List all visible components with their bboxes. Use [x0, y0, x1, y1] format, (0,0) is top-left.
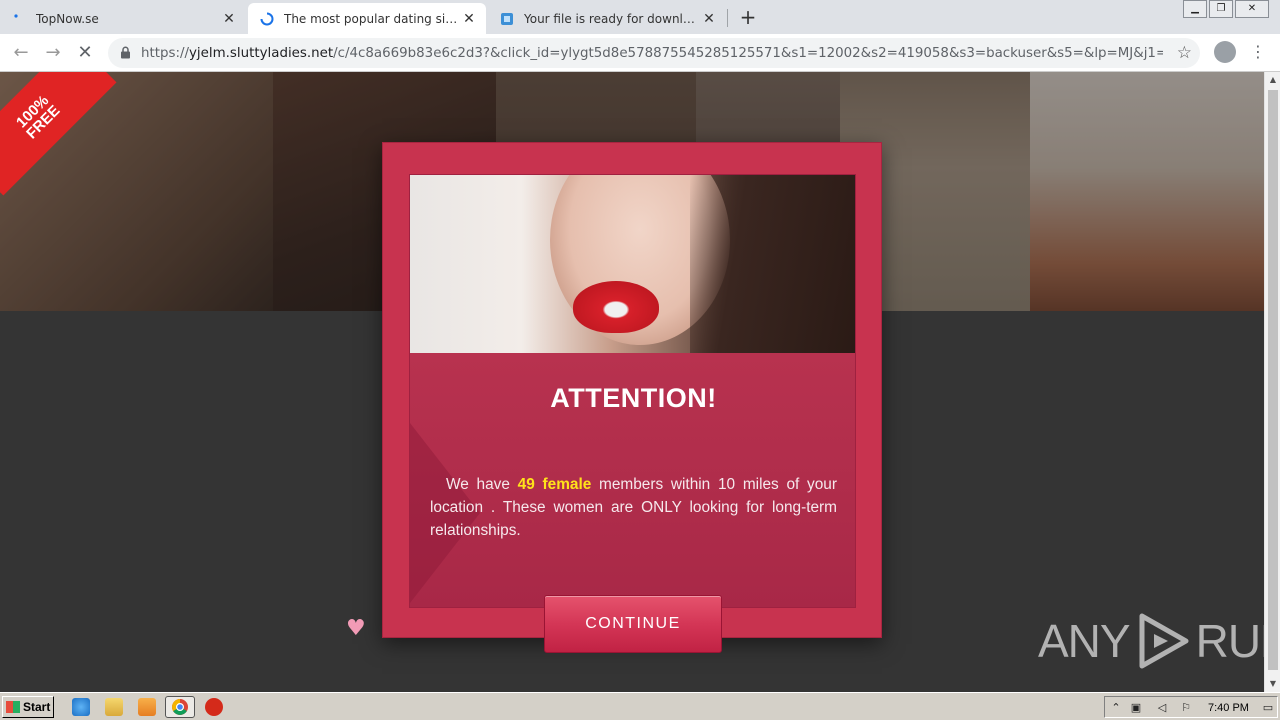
- lips-shape: [573, 281, 659, 333]
- windows-logo-icon: [6, 701, 20, 713]
- flag-icon[interactable]: ⚐: [1179, 701, 1193, 714]
- heart-icon: ♥: [346, 616, 366, 641]
- network-icon[interactable]: ▣: [1129, 701, 1143, 714]
- profile-avatar-icon[interactable]: [1214, 41, 1236, 63]
- volume-icon[interactable]: ◁: [1155, 701, 1169, 714]
- back-button[interactable]: ←: [8, 40, 34, 66]
- forward-button[interactable]: →: [40, 40, 66, 66]
- tab-title: Your file is ready for download: [524, 11, 698, 26]
- vertical-scrollbar[interactable]: ▲ ▼: [1264, 72, 1280, 692]
- address-bar[interactable]: https://yjelm.sluttyladies.net/c/4c8a669…: [108, 38, 1200, 68]
- menu-kebab-icon[interactable]: ⋮: [1250, 42, 1266, 62]
- message-prefix: We have: [446, 476, 518, 493]
- media-player-icon[interactable]: [138, 698, 156, 716]
- opera-icon[interactable]: [205, 698, 223, 716]
- tab-close-icon[interactable]: ✕: [218, 11, 240, 27]
- modal-message: We have 49 female members within 10 mile…: [430, 473, 837, 542]
- restore-button[interactable]: ❐: [1209, 0, 1233, 18]
- tab-file-download[interactable]: Your file is ready for download ✕: [488, 3, 726, 34]
- start-label: Start: [23, 700, 51, 714]
- lock-icon[interactable]: [120, 44, 132, 63]
- watermark-text-left: ANY: [1038, 615, 1131, 667]
- attention-modal: ATTENTION! We have 49 female members wit…: [382, 142, 882, 653]
- new-tab-button[interactable]: +: [736, 5, 760, 29]
- scroll-down-arrow-icon[interactable]: ▼: [1265, 676, 1280, 692]
- tab-topnow[interactable]: TopNow.se ✕: [0, 3, 246, 34]
- tab-close-icon[interactable]: ✕: [698, 11, 720, 27]
- page-favicon-icon: [500, 12, 514, 26]
- scroll-up-arrow-icon[interactable]: ▲: [1265, 72, 1280, 88]
- anyrun-watermark: ANY RUN: [1038, 612, 1264, 670]
- page-viewport: 100% FREE ATTENTION! We have 49 female m…: [0, 72, 1264, 692]
- modal-hero-image: [410, 175, 855, 353]
- system-tray: ⌃ ▣ ◁ ⚐ ▭: [1104, 696, 1278, 718]
- bookmark-star-icon[interactable]: ☆: [1177, 43, 1192, 63]
- url-host: yjelm.sluttyladies.net: [189, 45, 334, 61]
- tab-close-icon[interactable]: ✕: [458, 11, 480, 27]
- modal-content: ATTENTION! We have 49 female members wit…: [410, 353, 855, 607]
- taskbar-clock[interactable]: 7:40 PM: [1208, 702, 1249, 714]
- stop-loading-button[interactable]: ✕: [72, 40, 98, 66]
- tab-title: TopNow.se: [36, 11, 99, 26]
- url-text[interactable]: https://yjelm.sluttyladies.net/c/4c8a669…: [141, 46, 1163, 61]
- topnow-favicon-icon: [12, 12, 26, 26]
- modal-headline: ATTENTION!: [550, 383, 717, 413]
- hair-shape: [690, 175, 855, 353]
- url-scheme: https://: [141, 45, 189, 61]
- tab-separator: [727, 9, 728, 27]
- internet-explorer-icon[interactable]: [72, 698, 90, 716]
- message-highlight: 49 female: [517, 476, 592, 493]
- folder-icon[interactable]: [105, 698, 123, 716]
- close-window-button[interactable]: ✕: [1235, 0, 1269, 18]
- chrome-taskbar-button[interactable]: [165, 696, 195, 718]
- tab-dating-site[interactable]: The most popular dating site of this r ✕: [248, 3, 486, 34]
- scrollbar-thumb[interactable]: [1268, 90, 1278, 670]
- tab-title: The most popular dating site of this r: [284, 11, 458, 26]
- continue-button[interactable]: CONTINUE: [544, 595, 722, 653]
- url-path: /c/4c8a669b83e6c2d3?&click_id=ylygt5d8e5…: [333, 45, 1163, 61]
- play-logo-icon: [1139, 613, 1189, 669]
- show-desktop-icon[interactable]: ▭: [1261, 701, 1275, 714]
- loading-spinner-icon: [260, 12, 274, 26]
- watermark-text-right: RUN: [1195, 615, 1264, 667]
- minimize-button[interactable]: ▁: [1183, 0, 1207, 18]
- chrome-icon: [172, 699, 188, 715]
- windows-taskbar: Start ⌃ ▣ ◁ ⚐ ▭ 7:40 PM: [0, 692, 1280, 720]
- start-button[interactable]: Start: [2, 696, 54, 718]
- modal-inner-panel: ATTENTION! We have 49 female members wit…: [409, 174, 856, 608]
- browser-toolbar: ← → ✕ https://yjelm.sluttyladies.net/c/4…: [0, 34, 1280, 72]
- tray-expand-icon[interactable]: ⌃: [1109, 701, 1123, 714]
- tab-strip: TopNow.se ✕ The most popular dating site…: [0, 0, 1280, 34]
